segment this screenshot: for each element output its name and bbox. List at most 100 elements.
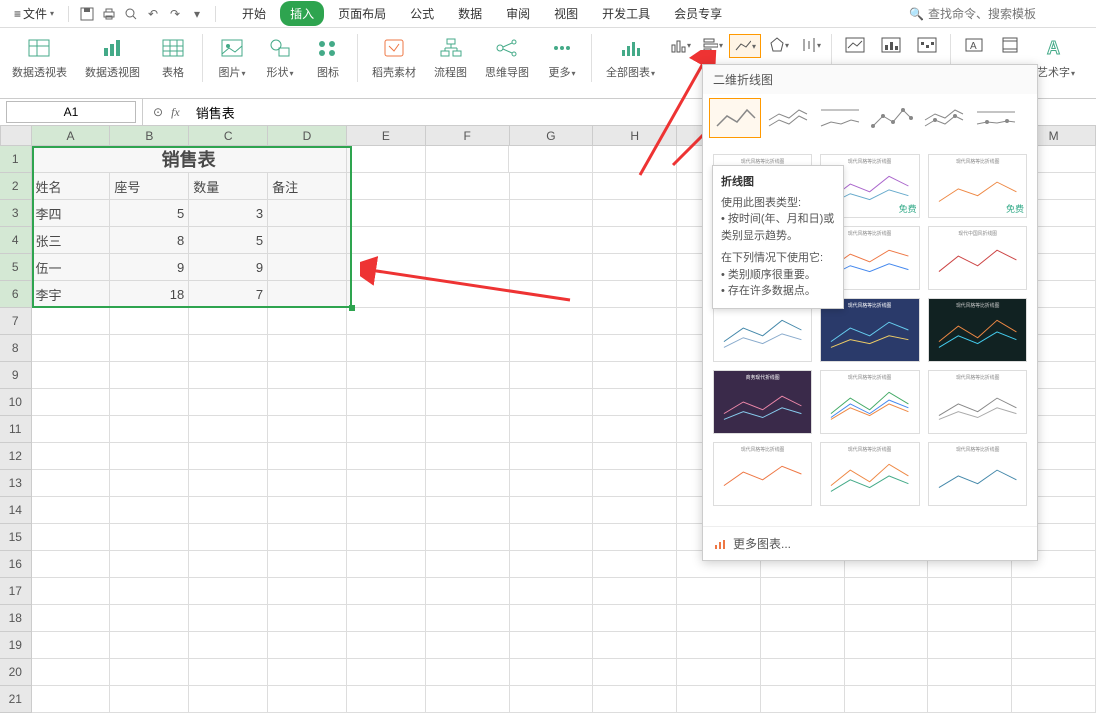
cell[interactable] bbox=[347, 362, 426, 389]
cell[interactable] bbox=[189, 605, 268, 632]
cell[interactable] bbox=[593, 362, 677, 389]
cell[interactable] bbox=[347, 308, 426, 335]
cell[interactable] bbox=[347, 632, 426, 659]
cell[interactable] bbox=[1012, 632, 1096, 659]
cell[interactable] bbox=[593, 200, 677, 227]
ribbon-all-charts[interactable]: 全部图表▾ bbox=[598, 34, 663, 80]
header-cell[interactable]: 座号 bbox=[110, 173, 189, 200]
chart-template[interactable]: 现代风格等比折线图 bbox=[928, 370, 1027, 434]
cell[interactable] bbox=[32, 470, 111, 497]
cell[interactable] bbox=[32, 497, 111, 524]
ribbon-textbox[interactable]: A bbox=[957, 34, 991, 56]
cell[interactable] bbox=[268, 308, 347, 335]
cell[interactable] bbox=[593, 551, 677, 578]
row-header[interactable]: 17 bbox=[0, 578, 32, 605]
row-header[interactable]: 6 bbox=[0, 281, 32, 308]
cell[interactable] bbox=[347, 389, 426, 416]
cell[interactable] bbox=[110, 605, 189, 632]
ribbon-more[interactable]: 更多▾ bbox=[539, 34, 585, 80]
cell[interactable] bbox=[426, 632, 510, 659]
ribbon-pivot-table[interactable]: 数据透视表 bbox=[4, 34, 75, 80]
cell[interactable] bbox=[593, 254, 677, 281]
cell[interactable] bbox=[110, 551, 189, 578]
cell[interactable] bbox=[189, 578, 268, 605]
cell[interactable] bbox=[189, 443, 268, 470]
data-cell[interactable]: 8 bbox=[110, 227, 189, 254]
line-markers-chart[interactable] bbox=[865, 98, 917, 138]
cell[interactable] bbox=[189, 632, 268, 659]
cell[interactable] bbox=[677, 686, 761, 713]
data-cell[interactable]: 18 bbox=[110, 281, 189, 308]
row-header[interactable]: 7 bbox=[0, 308, 32, 335]
cell[interactable] bbox=[110, 497, 189, 524]
row-header[interactable]: 12 bbox=[0, 443, 32, 470]
chart-template[interactable]: 现代风格等比折线图 bbox=[928, 442, 1027, 506]
row-header[interactable]: 14 bbox=[0, 497, 32, 524]
cell[interactable] bbox=[426, 173, 510, 200]
tab-view[interactable]: 视图 bbox=[544, 1, 588, 26]
cell[interactable] bbox=[593, 470, 677, 497]
chart-template[interactable]: 现代风格等比折线图 bbox=[820, 442, 919, 506]
cell[interactable] bbox=[1012, 659, 1096, 686]
cell[interactable] bbox=[268, 578, 347, 605]
row-header[interactable]: 3 bbox=[0, 200, 32, 227]
cell[interactable] bbox=[110, 470, 189, 497]
data-cell[interactable] bbox=[268, 227, 347, 254]
cell[interactable] bbox=[347, 578, 426, 605]
cell[interactable] bbox=[510, 389, 594, 416]
tab-insert[interactable]: 插入 bbox=[280, 1, 324, 26]
cell[interactable] bbox=[32, 686, 111, 713]
file-menu[interactable]: ≡ 文件 ▾ bbox=[8, 3, 60, 24]
print-icon[interactable] bbox=[99, 4, 119, 24]
cell[interactable] bbox=[189, 551, 268, 578]
cell[interactable] bbox=[426, 551, 510, 578]
function-wizard-icon[interactable]: ⊙ bbox=[153, 105, 163, 119]
ribbon-sparkline-line[interactable] bbox=[838, 34, 872, 56]
cell[interactable] bbox=[32, 551, 111, 578]
column-header[interactable]: D bbox=[268, 126, 347, 146]
cell[interactable] bbox=[845, 659, 929, 686]
chart-template[interactable]: 现代风格等比折线图 bbox=[713, 442, 812, 506]
cell[interactable] bbox=[426, 389, 510, 416]
data-cell[interactable]: 张三 bbox=[32, 227, 111, 254]
cell[interactable] bbox=[268, 659, 347, 686]
row-header[interactable]: 4 bbox=[0, 227, 32, 254]
chart-template[interactable]: 现代风格等比折线图 bbox=[928, 298, 1027, 362]
cell[interactable] bbox=[426, 470, 510, 497]
stacked-line-chart[interactable] bbox=[761, 98, 813, 138]
cell[interactable] bbox=[268, 335, 347, 362]
cell[interactable] bbox=[677, 605, 761, 632]
stacked-line-markers-chart[interactable] bbox=[917, 98, 969, 138]
cell[interactable] bbox=[761, 605, 845, 632]
cell[interactable] bbox=[32, 308, 111, 335]
ribbon-mindmap[interactable]: 思维导图 bbox=[477, 34, 537, 80]
cell[interactable] bbox=[268, 524, 347, 551]
cell[interactable] bbox=[110, 443, 189, 470]
cell[interactable] bbox=[110, 686, 189, 713]
cell[interactable] bbox=[426, 281, 510, 308]
row-header[interactable]: 16 bbox=[0, 551, 32, 578]
cell[interactable] bbox=[110, 578, 189, 605]
cell[interactable] bbox=[426, 524, 510, 551]
cell[interactable] bbox=[845, 632, 929, 659]
ribbon-header-footer[interactable] bbox=[993, 34, 1027, 56]
cell[interactable] bbox=[32, 524, 111, 551]
row-header[interactable]: 15 bbox=[0, 524, 32, 551]
cell[interactable] bbox=[928, 632, 1012, 659]
cell[interactable] bbox=[189, 470, 268, 497]
cell[interactable] bbox=[426, 605, 510, 632]
cell[interactable] bbox=[110, 389, 189, 416]
tab-review[interactable]: 审阅 bbox=[496, 1, 540, 26]
cell[interactable] bbox=[347, 497, 426, 524]
cell[interactable] bbox=[110, 362, 189, 389]
cell[interactable] bbox=[593, 146, 677, 173]
more-charts-link[interactable]: 更多图表... bbox=[703, 526, 1037, 560]
ribbon-column-chart[interactable]: ▾ bbox=[665, 34, 695, 56]
chevron-down-icon[interactable]: ▾ bbox=[187, 4, 207, 24]
cell[interactable] bbox=[347, 200, 426, 227]
cell[interactable] bbox=[509, 146, 593, 173]
cell[interactable] bbox=[593, 308, 677, 335]
cell[interactable] bbox=[32, 659, 111, 686]
ribbon-line-chart[interactable]: ▾ bbox=[729, 34, 761, 58]
column-header[interactable]: C bbox=[189, 126, 268, 146]
